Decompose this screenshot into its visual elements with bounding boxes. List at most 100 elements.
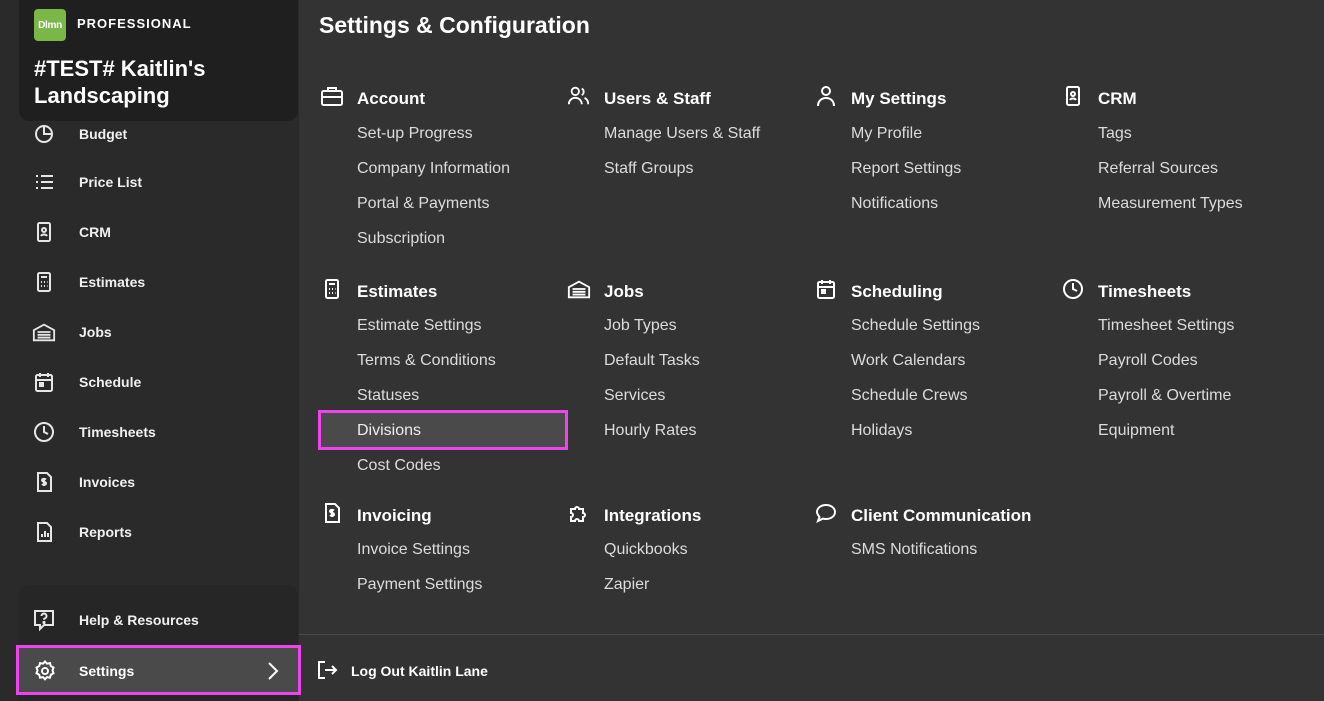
section-title: Users & Staff — [604, 89, 711, 108]
link-manage-users-staff[interactable]: Manage Users & Staff — [604, 125, 760, 143]
sidebar-nav: Budget Price List CRM Estimates Jobs Sch… — [0, 106, 299, 576]
link-payroll-overtime[interactable]: Payroll & Overtime — [1098, 387, 1231, 405]
sidebar-item-label: Timesheets — [79, 424, 156, 440]
sidebar-item-crm[interactable]: CRM — [0, 212, 299, 252]
link-tags[interactable]: Tags — [1098, 125, 1132, 143]
sidebar-item-reports[interactable]: Reports — [0, 512, 299, 552]
contact-card-icon — [32, 220, 56, 244]
link-subscription[interactable]: Subscription — [357, 230, 445, 248]
contact-card-icon — [1061, 84, 1085, 108]
garage-icon — [32, 320, 56, 344]
link-schedule-settings[interactable]: Schedule Settings — [851, 317, 980, 335]
link-equipment[interactable]: Equipment — [1098, 422, 1175, 440]
sidebar-item-label: Budget — [79, 126, 128, 142]
help-icon — [32, 608, 56, 632]
link-divisions[interactable]: Divisions — [318, 410, 568, 450]
sidebar-item-label: Reports — [79, 524, 132, 540]
clock-icon — [32, 420, 56, 444]
link-holidays[interactable]: Holidays — [851, 422, 912, 440]
link-job-types[interactable]: Job Types — [604, 317, 677, 335]
section-scheduling: Scheduling Schedule Settings Work Calend… — [814, 277, 1054, 439]
user-icon — [814, 84, 838, 108]
link-quickbooks[interactable]: Quickbooks — [604, 541, 688, 559]
link-my-profile[interactable]: My Profile — [851, 125, 922, 143]
logout-label: Log Out Kaitlin Lane — [351, 663, 488, 679]
help-label: Help & Resources — [79, 612, 199, 628]
section-title: Integrations — [604, 506, 702, 525]
sidebar-item-timesheets[interactable]: Timesheets — [0, 412, 299, 452]
footer-divider — [299, 634, 1324, 635]
link-report-settings[interactable]: Report Settings — [851, 160, 961, 178]
list-icon — [32, 170, 56, 194]
sidebar-item-schedule[interactable]: Schedule — [0, 362, 299, 402]
brand-logo: Dlmn — [34, 9, 66, 41]
link-sms-notifications[interactable]: SMS Notifications — [851, 541, 977, 559]
calendar-icon — [814, 277, 838, 301]
invoice-icon — [320, 501, 344, 525]
section-title: Timesheets — [1098, 282, 1192, 301]
sidebar-item-jobs[interactable]: Jobs — [0, 312, 299, 352]
link-timesheet-settings[interactable]: Timesheet Settings — [1098, 317, 1234, 335]
link-measurement-types[interactable]: Measurement Types — [1098, 195, 1243, 213]
garage-icon — [567, 277, 591, 301]
page-title: Settings & Configuration — [319, 12, 590, 38]
section-title: Client Communication — [851, 506, 1032, 525]
section-title: CRM — [1098, 89, 1137, 108]
plan-tier: PROFESSIONAL — [77, 16, 192, 31]
link-estimate-settings[interactable]: Estimate Settings — [357, 317, 482, 335]
link-setup-progress[interactable]: Set-up Progress — [357, 125, 473, 143]
sidebar: Budget Price List CRM Estimates Jobs Sch… — [0, 0, 301, 701]
link-payroll-codes[interactable]: Payroll Codes — [1098, 352, 1198, 370]
sidebar-item-estimates[interactable]: Estimates — [0, 262, 299, 302]
link-notifications[interactable]: Notifications — [851, 195, 938, 213]
link-portal-payments[interactable]: Portal & Payments — [357, 195, 490, 213]
chevron-right-icon — [265, 660, 281, 682]
sidebar-item-label: Invoices — [79, 474, 136, 490]
sidebar-item-label: Price List — [79, 174, 143, 190]
sidebar-item-price-list[interactable]: Price List — [0, 162, 299, 202]
brand-card: Dlmn PROFESSIONAL #TEST# Kaitlin's Lands… — [19, 0, 298, 121]
link-payment-settings[interactable]: Payment Settings — [357, 576, 482, 594]
link-company-information[interactable]: Company Information — [357, 160, 510, 178]
sidebar-item-label: Schedule — [79, 374, 142, 390]
sidebar-item-label: Jobs — [79, 324, 112, 340]
link-statuses[interactable]: Statuses — [357, 387, 419, 405]
section-title: Jobs — [604, 282, 644, 301]
report-icon — [32, 520, 56, 544]
sidebar-item-invoices[interactable]: Invoices — [0, 462, 299, 502]
section-estimates: Estimates Estimate Settings Terms & Cond… — [318, 277, 568, 474]
section-invoicing: Invoicing Invoice Settings Payment Setti… — [320, 501, 560, 593]
link-referral-sources[interactable]: Referral Sources — [1098, 160, 1218, 178]
section-title: Estimates — [357, 282, 438, 301]
invoice-icon — [32, 470, 56, 494]
link-terms-conditions[interactable]: Terms & Conditions — [357, 352, 496, 370]
link-schedule-crews[interactable]: Schedule Crews — [851, 387, 968, 405]
section-client-communication: Client Communication SMS Notifications — [814, 501, 1074, 558]
link-services[interactable]: Services — [604, 387, 665, 405]
link-work-calendars[interactable]: Work Calendars — [851, 352, 965, 370]
help-resources-button[interactable]: Help & Resources — [0, 604, 299, 636]
section-title: Invoicing — [357, 506, 432, 525]
clock-icon — [1061, 277, 1085, 301]
link-invoice-settings[interactable]: Invoice Settings — [357, 541, 470, 559]
calculator-icon — [32, 270, 56, 294]
section-integrations: Integrations Quickbooks Zapier — [567, 501, 807, 593]
settings-button[interactable]: Settings — [16, 645, 301, 695]
users-icon — [567, 84, 591, 108]
link-zapier[interactable]: Zapier — [604, 576, 649, 594]
sidebar-item-label: Estimates — [79, 274, 146, 290]
link-staff-groups[interactable]: Staff Groups — [604, 160, 694, 178]
link-default-tasks[interactable]: Default Tasks — [604, 352, 700, 370]
section-my-settings: My Settings My Profile Report Settings N… — [814, 84, 1054, 212]
budget-icon — [32, 122, 56, 146]
logout-icon — [316, 659, 338, 681]
calculator-icon — [320, 277, 344, 301]
company-name: #TEST# Kaitlin's Landscaping — [34, 56, 206, 108]
section-crm: CRM Tags Referral Sources Measurement Ty… — [1061, 84, 1301, 212]
section-users-staff: Users & Staff Manage Users & Staff Staff… — [567, 84, 807, 177]
link-cost-codes[interactable]: Cost Codes — [357, 457, 441, 475]
section-jobs: Jobs Job Types Default Tasks Services Ho… — [567, 277, 807, 439]
section-timesheets: Timesheets Timesheet Settings Payroll Co… — [1061, 277, 1301, 439]
link-hourly-rates[interactable]: Hourly Rates — [604, 422, 696, 440]
calendar-icon — [32, 370, 56, 394]
